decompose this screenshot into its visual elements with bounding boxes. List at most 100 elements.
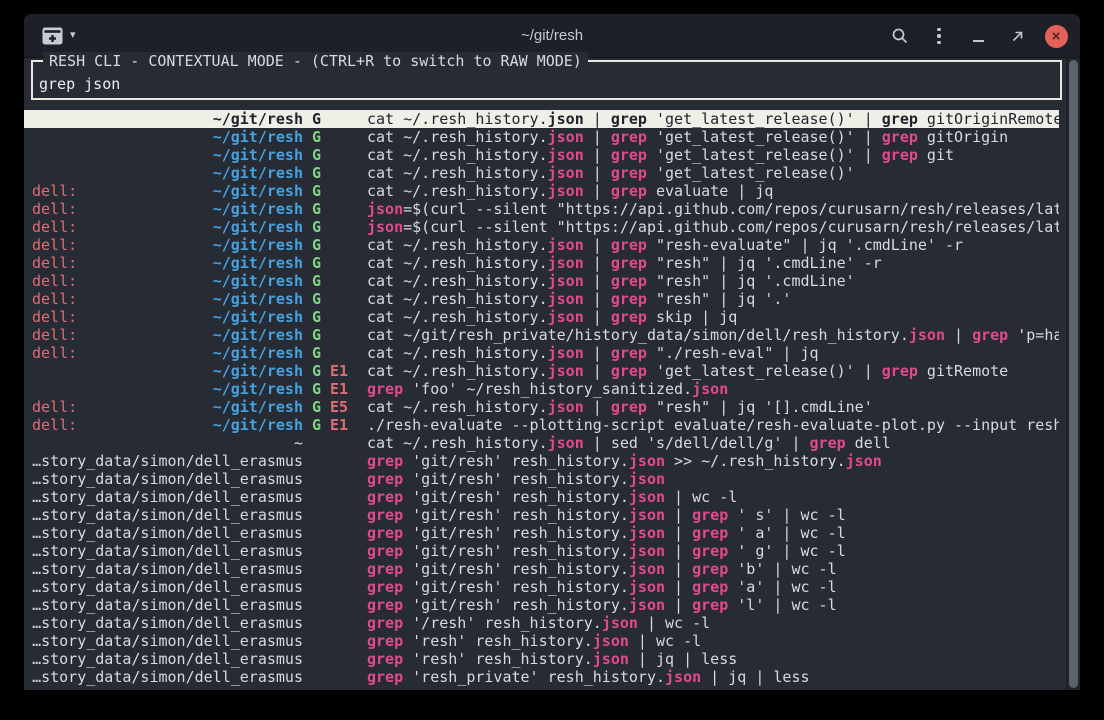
row-host: dell: [32, 308, 77, 326]
history-row[interactable]: dell:~/git/reshGcat ~/.resh_history.json… [24, 344, 1059, 362]
row-git-flag [312, 524, 321, 542]
row-location: …story_data/simon/dell_erasmus [32, 596, 303, 614]
row-exit-flag [330, 128, 349, 146]
row-command: grep 'git/resh' resh_history.json | grep… [367, 524, 1059, 542]
match-segment: grep [810, 434, 846, 452]
row-dir: …story_data/simon/dell_erasmus [32, 596, 303, 614]
history-row[interactable]: dell:~/git/reshGcat ~/.resh_history.json… [24, 254, 1059, 272]
history-row[interactable]: …story_data/simon/dell_erasmusgrep 'git/… [24, 542, 1059, 560]
history-row[interactable]: dell:~/git/reshGcat ~/.resh_history.json… [24, 308, 1059, 326]
text-segment: 'l' | wc -l [728, 596, 836, 614]
history-row[interactable]: …story_data/simon/dell_erasmusgrep 'git/… [24, 470, 1059, 488]
match-segment: grep [692, 596, 728, 614]
history-row[interactable]: dell:~/git/reshGcat ~/.resh_history.json… [24, 182, 1059, 200]
history-row[interactable]: ~/git/reshGcat ~/.resh_history.json | gr… [24, 110, 1059, 128]
history-row[interactable]: ~/git/reshGcat ~/.resh_history.json | gr… [24, 146, 1059, 164]
row-git-flag: G [312, 254, 321, 272]
match-segment: json [548, 398, 584, 416]
history-row[interactable]: …story_data/simon/dell_erasmus grep 'git/… [24, 596, 1059, 614]
history-row[interactable]: …story_data/simon/dell_erasmusgrep 'git/… [24, 506, 1059, 524]
text-segment: evaluate | jq [647, 182, 773, 200]
row-location: dell:~/git/resh [32, 326, 303, 344]
panel-title: RESH CLI - CONTEXTUAL MODE - (CTRL+R to … [43, 52, 588, 70]
text-segment: cat ~/.resh_history. [367, 182, 548, 200]
menu-button[interactable] [925, 22, 953, 50]
row-dir: ~/git/resh [213, 272, 303, 290]
history-row[interactable]: …story_data/simon/dell_erasmusgrep 'git/… [24, 488, 1059, 506]
row-location: …story_data/simon/dell_erasmus [32, 470, 303, 488]
row-git-flag [312, 560, 321, 578]
match-segment: json [548, 146, 584, 164]
history-row[interactable]: dell:~/git/reshGjson=$(curl --silent "ht… [24, 200, 1059, 218]
text-segment: gitRemote [918, 362, 1008, 380]
row-location: …story_data/simon/dell_erasmus [32, 452, 303, 470]
history-row[interactable]: dell:~/git/reshGcat ~/.resh_history.json… [24, 290, 1059, 308]
row-location: dell:~/git/resh [32, 308, 303, 326]
text-segment: git [918, 146, 954, 164]
row-host: dell: [32, 254, 77, 272]
history-row[interactable]: ~/git/reshGE1grep 'foo' ~/resh_history_s… [24, 380, 1059, 398]
history-row[interactable]: …story_data/simon/dell_erasmusgrep 'resh… [24, 632, 1059, 650]
match-segment: grep [367, 542, 403, 560]
new-tab-button[interactable]: ▾ [38, 23, 80, 49]
text-segment: 'git/resh' resh_history. [403, 452, 629, 470]
row-host: dell: [32, 272, 77, 290]
history-row[interactable]: dell:~/git/reshGcat ~/.resh_history.json… [24, 272, 1059, 290]
history-row[interactable]: dell:~/git/reshGcat ~/.resh_history.json… [24, 236, 1059, 254]
row-host: dell: [32, 398, 77, 416]
row-location: …story_data/simon/dell_erasmus [32, 614, 303, 632]
row-exit-flag [330, 632, 349, 650]
row-exit-flag [330, 542, 349, 560]
history-row[interactable]: ~cat ~/.resh_history.json | sed 's/dell/… [24, 434, 1059, 452]
text-segment: cat ~/.resh_history. [367, 110, 548, 128]
history-row[interactable]: dell:~/git/reshGcat ~/git/resh_private/h… [24, 326, 1059, 344]
row-git-flag: G [312, 398, 321, 416]
history-row[interactable]: dell:~/git/reshGE1./resh-evaluate --plot… [24, 416, 1059, 434]
search-query-input[interactable]: grep json [33, 75, 1060, 93]
history-row[interactable]: ~/git/reshGcat ~/.resh_history.json | gr… [24, 128, 1059, 146]
match-segment: grep [367, 650, 403, 668]
text-segment: 'resh' resh_history. [403, 632, 593, 650]
row-exit-flag [330, 308, 349, 326]
restore-button[interactable] [1003, 22, 1031, 50]
match-segment: json [629, 578, 665, 596]
history-row[interactable]: …story_data/simon/dell_erasmusgrep '/res… [24, 614, 1059, 632]
history-row[interactable]: ~/git/reshGcat ~/.resh_history.json | gr… [24, 164, 1059, 182]
match-segment: json [629, 470, 665, 488]
match-segment: json [548, 182, 584, 200]
history-row[interactable]: …story_data/simon/dell_erasmusgrep 'resh… [24, 650, 1059, 668]
close-button[interactable]: × [1042, 22, 1070, 50]
history-row[interactable]: …story_data/simon/dell_erasmusgrep 'resh… [24, 668, 1059, 686]
history-row[interactable]: dell:~/git/reshGjson=$(curl --silent "ht… [24, 218, 1059, 236]
search-button[interactable] [886, 22, 914, 50]
match-segment: json [367, 218, 403, 236]
row-location: ~/git/resh [32, 146, 303, 164]
scrollbar-thumb[interactable] [1069, 60, 1078, 688]
row-dir: ~/git/resh [213, 128, 303, 146]
row-exit-flag [330, 650, 349, 668]
history-row[interactable]: dell:~/git/reshGE5cat ~/.resh_history.js… [24, 398, 1059, 416]
history-row[interactable]: …story_data/simon/dell_erasmusgrep 'git/… [24, 560, 1059, 578]
scrollbar-track[interactable] [1066, 58, 1080, 690]
row-git-flag: G [312, 200, 321, 218]
row-exit-flag [330, 596, 349, 614]
text-segment: 'git/resh' resh_history. [403, 542, 629, 560]
history-row[interactable]: …story_data/simon/dell_erasmusgrep 'git/… [24, 452, 1059, 470]
history-row[interactable]: …story_data/simon/dell_erasmusgrep 'git/… [24, 524, 1059, 542]
history-row[interactable]: ~/git/reshGE1cat ~/.resh_history.json | … [24, 362, 1059, 380]
row-location: …story_data/simon/dell_erasmus [32, 578, 303, 596]
minimize-button[interactable] [964, 22, 992, 50]
history-row[interactable]: …story_data/simon/dell_erasmusgrep 'git/… [24, 578, 1059, 596]
row-git-flag: G [312, 380, 321, 398]
row-dir: ~/git/resh [213, 200, 303, 218]
row-git-flag [312, 470, 321, 488]
row-git-flag: G [312, 110, 321, 128]
text-segment: | [584, 290, 611, 308]
text-segment: 'p=ha [1008, 326, 1059, 344]
row-dir: ~/git/resh [213, 146, 303, 164]
row-dir: ~/git/resh [213, 344, 303, 362]
text-segment: 'get_latest_release()' | [647, 362, 882, 380]
row-command: grep 'git/resh' resh_history.json | grep… [367, 596, 1059, 614]
row-command: json=$(curl --silent "https://api.github… [367, 200, 1059, 218]
row-exit-flag [330, 254, 349, 272]
